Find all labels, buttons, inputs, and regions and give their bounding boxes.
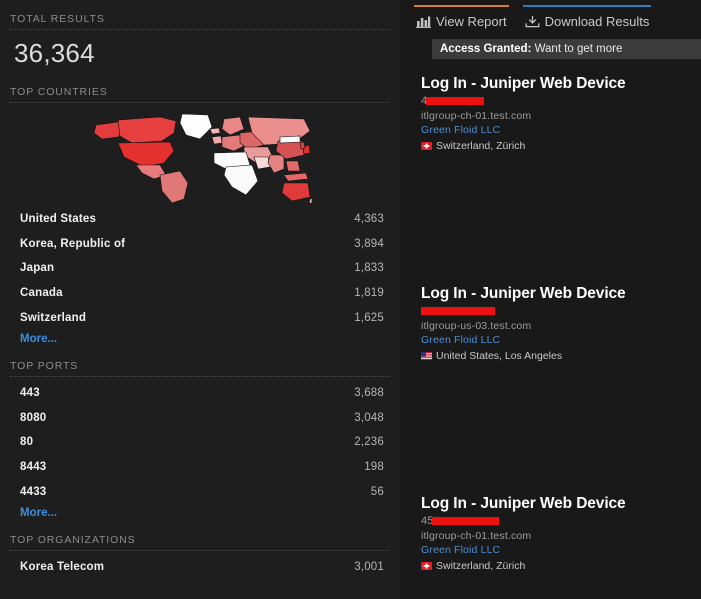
facet-top-organizations: TOP ORGANIZATIONS Korea Telecom 3,001	[10, 521, 390, 580]
switzerland-flag-icon	[421, 562, 432, 570]
access-granted-banner[interactable]: Access Granted: Want to get more	[432, 39, 701, 59]
list-item[interactable]: Log In - Juniper Web Device 45 itlgroup-…	[414, 494, 701, 574]
facet-label: Canada	[20, 287, 63, 300]
redaction-bar	[421, 307, 495, 315]
facet-label: Korea Telecom	[20, 561, 105, 574]
more-countries-link[interactable]: More...	[10, 330, 390, 347]
download-icon	[525, 15, 541, 29]
facet-label: 443	[20, 387, 40, 400]
table-row[interactable]: Switzerland 1,625	[10, 305, 390, 330]
divider	[10, 549, 390, 551]
facet-label: United States	[20, 213, 97, 226]
facet-count: 1,625	[354, 311, 384, 324]
facet-top-countries: TOP COUNTRIES United States 4,363 Korea,…	[10, 73, 390, 347]
facet-label: 8080	[20, 411, 47, 424]
facet-count: 3,001	[354, 561, 384, 574]
facet-count: 56	[370, 485, 384, 498]
banner-strong-text: Access Granted:	[440, 43, 532, 55]
tab-download-results[interactable]: Download Results	[522, 5, 652, 33]
facet-count: 1,833	[354, 262, 384, 275]
port-facet-rows: 443 3,688 8080 3,048 80 2,236 8443 198 4…	[10, 379, 390, 521]
divider	[10, 102, 390, 103]
facet-title-top-organizations: TOP ORGANIZATIONS	[10, 533, 136, 546]
shodan-search-results-page: TOTAL RESULTS 36,364 TOP COUNTRIES Unite…	[0, 0, 701, 599]
table-row[interactable]: 4433 56	[10, 479, 390, 504]
result-organization[interactable]: Green Floid LLC	[421, 543, 701, 557]
list-item[interactable]: Log In - Juniper Web Device 4 itlgroup-c…	[414, 74, 701, 154]
organization-facet-rows: Korea Telecom 3,001	[10, 553, 390, 580]
facet-count: 1,819	[354, 287, 384, 300]
facet-label: Switzerland	[20, 311, 87, 324]
table-row[interactable]: 443 3,688	[10, 381, 390, 406]
country-facet-rows: United States 4,363 Korea, Republic of 3…	[10, 205, 390, 347]
bar-chart-icon	[416, 15, 432, 29]
facet-title-total-results: TOTAL RESULTS	[10, 13, 105, 25]
result-hostname: itlgroup-us-03.test.com	[421, 320, 532, 332]
facet-label: 8443	[20, 461, 47, 474]
list-item[interactable]: Log In - Juniper Web Device itlgroup-us-…	[414, 284, 701, 364]
result-location: Switzerland, Zürich	[421, 137, 701, 154]
divider	[10, 29, 390, 30]
facet-count: 4,363	[354, 213, 384, 226]
more-ports-link[interactable]: More...	[10, 504, 390, 521]
tab-download-results-label: Download Results	[544, 14, 650, 29]
table-row[interactable]: 8443 198	[10, 455, 390, 480]
facet-title-top-ports: TOP PORTS	[10, 359, 79, 372]
results-panel: View Report Download Results Access Gran…	[400, 0, 701, 599]
result-location-label: United States, Los Angeles	[436, 350, 563, 362]
result-title[interactable]: Log In - Juniper Web Device	[421, 74, 701, 94]
world-map-icon	[93, 113, 312, 204]
redaction-bar	[426, 97, 484, 105]
facets-sidebar: TOTAL RESULTS 36,364 TOP COUNTRIES Unite…	[0, 0, 400, 599]
facet-count: 198	[364, 461, 384, 474]
table-row[interactable]: Canada 1,819	[10, 281, 390, 306]
facet-label: 80	[20, 436, 34, 449]
world-choropleth-map	[10, 105, 390, 205]
result-ip	[421, 304, 701, 319]
facet-total-results: TOTAL RESULTS 36,364	[10, 0, 390, 73]
facet-count: 3,894	[354, 237, 384, 250]
table-row[interactable]: 80 2,236	[10, 430, 390, 455]
facet-count: 2,236	[354, 436, 384, 449]
result-ip: 4	[421, 94, 701, 109]
result-title[interactable]: Log In - Juniper Web Device	[421, 494, 701, 514]
united-states-flag-icon	[421, 352, 432, 360]
table-row[interactable]: Japan 1,833	[10, 256, 390, 281]
facet-label: Korea, Republic of	[20, 237, 126, 250]
table-row[interactable]: United States 4,363	[10, 207, 390, 232]
redaction-bar	[432, 517, 499, 525]
tab-view-report-label: View Report	[436, 14, 507, 29]
table-row[interactable]: 8080 3,048	[10, 406, 390, 431]
result-organization[interactable]: Green Floid LLC	[421, 333, 701, 347]
result-hostname: itlgroup-ch-01.test.com	[421, 110, 532, 122]
results-tabbar: View Report Download Results	[414, 0, 701, 34]
result-organization[interactable]: Green Floid LLC	[421, 123, 701, 137]
facet-label: Japan	[20, 262, 55, 275]
tab-view-report[interactable]: View Report	[414, 5, 509, 33]
result-location: Switzerland, Zürich	[421, 557, 701, 574]
facet-title-top-countries: TOP COUNTRIES	[10, 86, 108, 98]
facet-top-ports: TOP PORTS 443 3,688 8080 3,048 80 2,236 …	[10, 347, 390, 521]
facet-count: 3,688	[354, 387, 384, 400]
result-title[interactable]: Log In - Juniper Web Device	[421, 284, 701, 304]
table-row[interactable]: Korea Telecom 3,001	[10, 555, 390, 580]
result-location-label: Switzerland, Zürich	[436, 560, 526, 572]
total-results-value: 36,364	[14, 38, 95, 68]
facet-label: 4433	[20, 485, 47, 498]
facet-count: 3,048	[354, 411, 384, 424]
banner-text: Want to get more	[531, 43, 623, 55]
result-hostname: itlgroup-ch-01.test.com	[421, 530, 532, 542]
divider	[10, 375, 390, 377]
result-ip: 45	[421, 514, 701, 529]
table-row[interactable]: Korea, Republic of 3,894	[10, 232, 390, 257]
switzerland-flag-icon	[421, 142, 432, 150]
result-location-label: Switzerland, Zürich	[436, 140, 526, 152]
result-location: United States, Los Angeles	[421, 347, 701, 364]
